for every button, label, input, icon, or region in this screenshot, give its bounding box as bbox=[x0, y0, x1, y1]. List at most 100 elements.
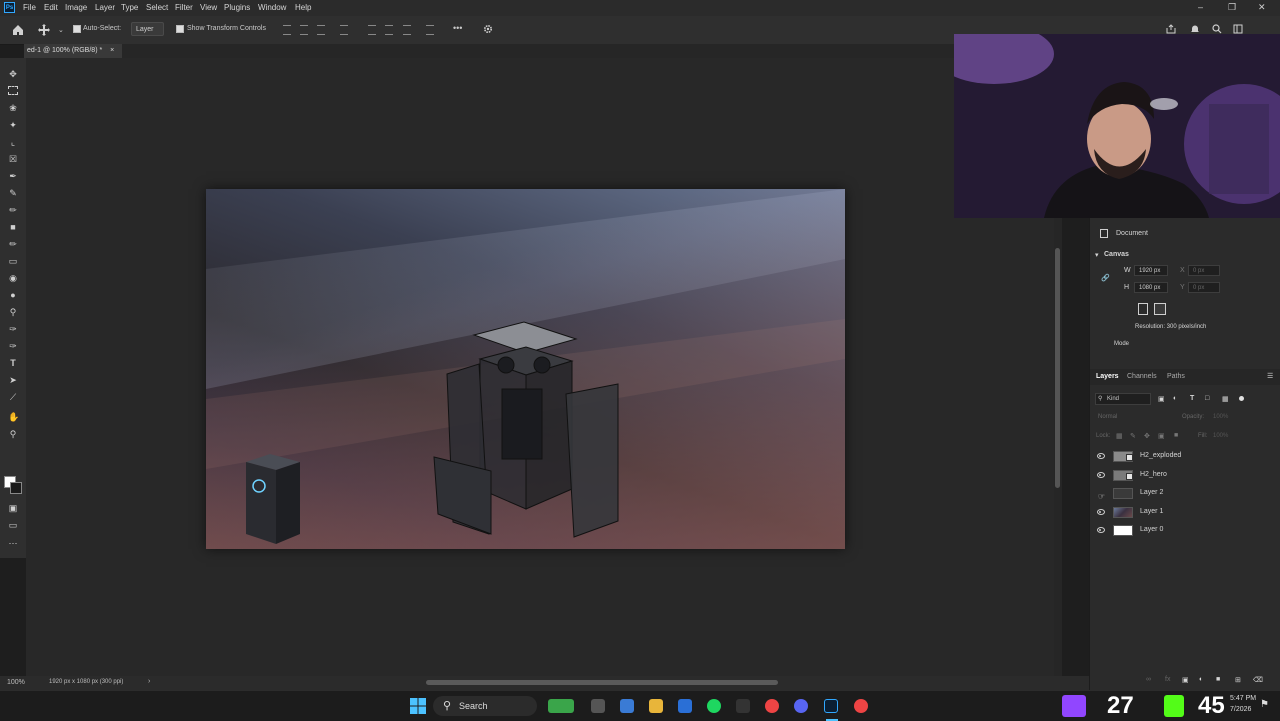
blend-mode-dropdown[interactable]: Normal bbox=[1098, 414, 1117, 420]
x-field[interactable]: 0 px bbox=[1188, 265, 1220, 276]
landscape-orientation-icon[interactable] bbox=[1154, 303, 1166, 315]
eye-icon[interactable] bbox=[1097, 472, 1105, 478]
close-button[interactable]: ✕ bbox=[1258, 2, 1266, 13]
layer-row-layer-0[interactable]: Layer 0 bbox=[1092, 522, 1268, 540]
chrome-canary-icon[interactable] bbox=[854, 699, 868, 713]
link-layers-icon[interactable]: ∞ bbox=[1146, 676, 1151, 683]
menu-window[interactable]: Window bbox=[258, 3, 286, 12]
lock-position-icon[interactable]: ✥ bbox=[1144, 432, 1150, 440]
type-tool[interactable]: T bbox=[8, 358, 18, 368]
layer-row-layer-1[interactable]: Layer 1 bbox=[1092, 504, 1268, 522]
twitch-icon[interactable] bbox=[1062, 695, 1086, 717]
history-brush-tool[interactable]: ✏ bbox=[8, 239, 18, 249]
new-layer-icon[interactable]: ⊞ bbox=[1235, 676, 1241, 684]
menu-select[interactable]: Select bbox=[146, 3, 168, 12]
filter-adjustment-icon[interactable]: ◐ bbox=[1173, 395, 1177, 402]
layer-row-layer-2[interactable]: ☞ Layer 2 bbox=[1092, 485, 1268, 503]
blur-tool[interactable]: ● bbox=[8, 290, 18, 300]
chevron-down-icon[interactable]: ▾ bbox=[1095, 251, 1099, 259]
align-top-icon[interactable] bbox=[368, 25, 376, 35]
edit-toolbar-icon[interactable]: ⋯ bbox=[8, 538, 18, 548]
kind-filter-dropdown[interactable]: ⚲ Kind bbox=[1095, 393, 1151, 405]
move-tool[interactable]: ✥ bbox=[8, 69, 18, 79]
widgets-icon[interactable] bbox=[548, 699, 574, 713]
panel-menu-icon[interactable]: ☰ bbox=[1267, 372, 1273, 380]
minimize-button[interactable]: – bbox=[1198, 2, 1203, 12]
task-view-icon[interactable] bbox=[591, 699, 605, 713]
chrome-icon[interactable] bbox=[765, 699, 779, 713]
menu-view[interactable]: View bbox=[200, 3, 217, 12]
dodge-tool[interactable]: ⚲ bbox=[8, 307, 18, 317]
screen-mode-icon[interactable]: ▭ bbox=[8, 520, 18, 530]
eye-icon[interactable] bbox=[1097, 509, 1105, 515]
lock-pixels-icon[interactable]: ✎ bbox=[1130, 432, 1136, 440]
status-arrow-icon[interactable]: › bbox=[148, 678, 150, 685]
align-left-icon[interactable] bbox=[283, 25, 291, 35]
quick-mask-icon[interactable]: ▣ bbox=[8, 503, 18, 513]
notification-bell-icon[interactable]: ⚑ bbox=[1260, 699, 1269, 710]
layer-row-h2-hero[interactable]: H2_hero bbox=[1092, 467, 1268, 485]
new-group-icon[interactable]: ■ bbox=[1216, 676, 1220, 683]
layer-row-h2-exploded[interactable]: H2_exploded bbox=[1092, 448, 1268, 466]
move-tool-icon[interactable] bbox=[38, 24, 50, 36]
opacity-field[interactable]: 100% bbox=[1213, 414, 1228, 420]
lock-artboard-icon[interactable]: ▣ bbox=[1158, 432, 1165, 440]
discord-icon[interactable] bbox=[794, 699, 808, 713]
vertical-scrollbar[interactable] bbox=[1054, 218, 1062, 676]
align-right-icon[interactable] bbox=[317, 25, 325, 35]
menu-layer[interactable]: Layer bbox=[95, 3, 115, 12]
line-tool[interactable]: ⟋ bbox=[8, 392, 18, 402]
zoom-icon[interactable]: ⚲ bbox=[8, 429, 18, 439]
distribute-vertical-icon[interactable] bbox=[426, 25, 434, 35]
eye-icon[interactable] bbox=[1097, 453, 1105, 459]
lock-transparent-icon[interactable]: ▦ bbox=[1116, 432, 1123, 440]
notepad-icon[interactable] bbox=[678, 699, 692, 713]
clone-stamp-tool[interactable]: ■ bbox=[8, 222, 18, 232]
adjustment-layer-icon[interactable]: ◐ bbox=[1199, 676, 1203, 683]
frame-tool[interactable]: ☒ bbox=[8, 154, 18, 164]
clock-time[interactable]: 5:47 PM bbox=[1230, 695, 1256, 702]
search-icon[interactable] bbox=[1212, 24, 1222, 34]
document-info[interactable]: 1920 px x 1080 px (300 ppi) bbox=[49, 679, 123, 685]
fill-field[interactable]: 100% bbox=[1213, 433, 1228, 439]
align-middle-icon[interactable] bbox=[385, 25, 393, 35]
windows-start-icon[interactable] bbox=[410, 698, 426, 714]
tab-paths[interactable]: Paths bbox=[1167, 373, 1185, 380]
menu-type[interactable]: Type bbox=[121, 3, 138, 12]
path-selection-tool[interactable]: ➤ bbox=[8, 375, 18, 385]
tab-layers[interactable]: Layers bbox=[1096, 373, 1119, 380]
close-tab-icon[interactable]: × bbox=[110, 47, 114, 54]
filter-type-icon[interactable]: T bbox=[1190, 395, 1194, 402]
lock-all-icon[interactable]: ■ bbox=[1174, 432, 1178, 439]
menu-help[interactable]: Help bbox=[295, 3, 311, 12]
filter-shape-icon[interactable]: □ bbox=[1205, 395, 1209, 402]
filter-toggle-icon[interactable] bbox=[1239, 396, 1244, 401]
taskbar-search-box[interactable]: ⚲ Search bbox=[433, 696, 537, 716]
file-explorer-icon[interactable] bbox=[649, 699, 663, 713]
height-field[interactable]: 1080 px bbox=[1134, 282, 1168, 293]
horizontal-scrollbar[interactable] bbox=[426, 680, 778, 685]
y-field[interactable]: 0 px bbox=[1188, 282, 1220, 293]
background-color-swatch[interactable] bbox=[10, 482, 22, 494]
menu-plugins[interactable]: Plugins bbox=[224, 3, 250, 12]
home-icon[interactable] bbox=[12, 24, 24, 36]
filter-pixel-icon[interactable]: ▣ bbox=[1158, 395, 1165, 403]
width-field[interactable]: 1920 px bbox=[1134, 265, 1168, 276]
portrait-orientation-icon[interactable] bbox=[1138, 303, 1148, 315]
gear-icon[interactable] bbox=[483, 24, 493, 34]
kick-icon[interactable] bbox=[1164, 695, 1184, 717]
distribute-icon[interactable] bbox=[340, 25, 348, 35]
link-icon[interactable]: 🔗 bbox=[1101, 274, 1110, 282]
align-bottom-icon[interactable] bbox=[403, 25, 411, 35]
healing-brush-tool[interactable]: ✎ bbox=[8, 188, 18, 198]
workspace-icon[interactable] bbox=[1233, 24, 1243, 34]
zoom-level[interactable]: 100% bbox=[7, 679, 25, 686]
magic-wand-tool[interactable]: ✦ bbox=[8, 120, 18, 130]
tab-channels[interactable]: Channels bbox=[1127, 373, 1157, 380]
menu-image[interactable]: Image bbox=[65, 3, 87, 12]
crop-tool[interactable]: ⌞ bbox=[8, 137, 18, 147]
brush-tool[interactable]: ✏ bbox=[8, 205, 18, 215]
marquee-tool[interactable] bbox=[8, 86, 18, 96]
menu-edit[interactable]: Edit bbox=[44, 3, 58, 12]
add-mask-icon[interactable]: ▣ bbox=[1182, 676, 1189, 684]
